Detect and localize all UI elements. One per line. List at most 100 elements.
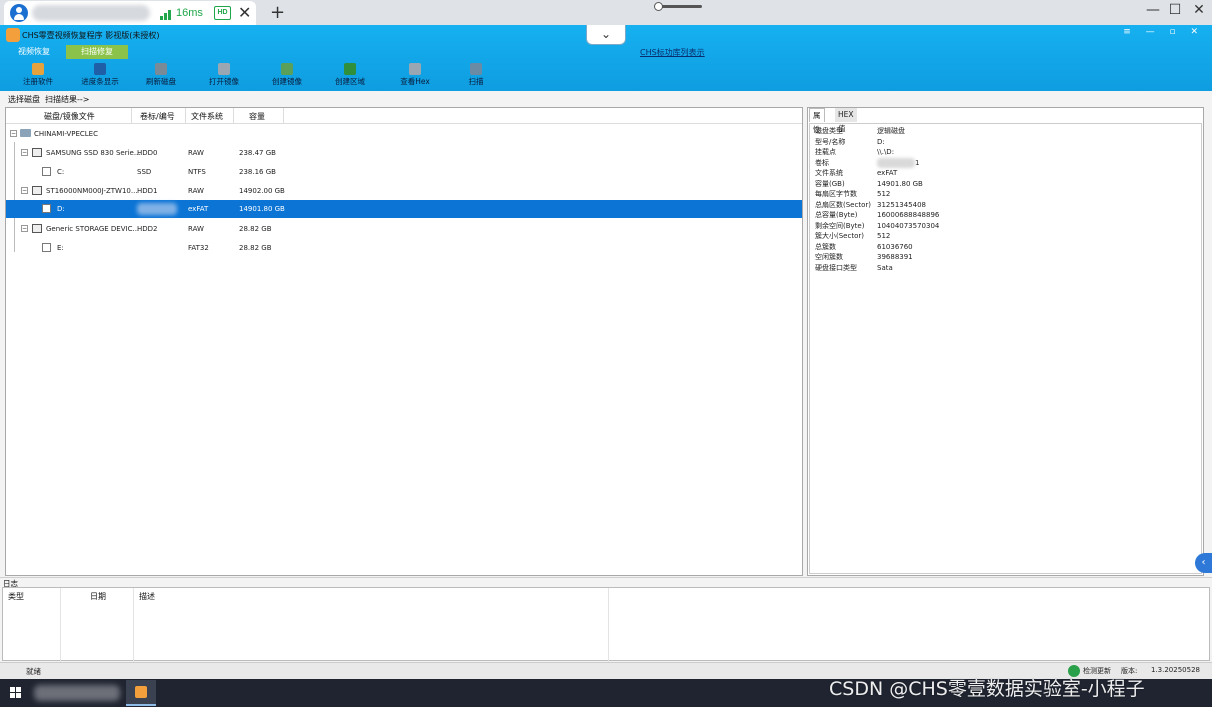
column-capacity[interactable]: 容量: [249, 111, 265, 122]
close-window-button[interactable]: ✕: [1190, 2, 1208, 18]
column-disk-image[interactable]: 磁盘/镜像文件: [44, 111, 95, 122]
register-software-label: 注册软件: [23, 77, 53, 86]
create-region-button[interactable]: 创建区域: [322, 61, 378, 87]
register-software-button[interactable]: 注册软件: [10, 61, 66, 87]
log-table: 类型 日期 描述: [2, 587, 1210, 662]
app-title: CHS零壹视频恢复程序 影视版(未授权): [22, 31, 160, 40]
scan-label: 扫描: [468, 77, 484, 86]
partition-fs: NTFS: [188, 168, 206, 176]
tab-hex-value[interactable]: HEX值: [835, 108, 857, 133]
partition-size: 238.16 GB: [239, 168, 276, 176]
partition-fs: FAT32: [188, 244, 209, 252]
tab-properties[interactable]: 属性: [809, 108, 825, 134]
progress-display-button[interactable]: 进度条显示: [72, 61, 128, 87]
collapse-toggle-icon[interactable]: −: [21, 187, 28, 194]
app-header: CHS零壹视频恢复程序 影视版(未授权) ≡ — ▫ ✕ ⌄ CHS标功库列表示…: [0, 25, 1212, 91]
progress-display-label: 进度条显示: [81, 77, 119, 86]
user-avatar-icon[interactable]: [10, 4, 28, 22]
table-row-selected[interactable]: D: exFAT 14901.80 GB: [6, 200, 802, 218]
tree-root-computer[interactable]: − CHINAMI-VPECLEC: [6, 125, 802, 143]
open-image-button[interactable]: 打开镜像: [196, 61, 252, 87]
session-name-redacted: [32, 5, 150, 21]
chevron-down-icon: ⌄: [600, 27, 612, 41]
latency-readout: 16ms: [176, 7, 203, 19]
table-row[interactable]: E: FAT32 28.82 GB: [6, 239, 802, 257]
hd-quality-badge[interactable]: HD: [214, 6, 231, 20]
mode-tab-scan-repair[interactable]: 扫描修复: [66, 45, 128, 59]
app-window: CHS零壹视频恢复程序 影视版(未授权) ≡ — ▫ ✕ ⌄ CHS标功库列表示…: [0, 25, 1212, 679]
windows-start-icon[interactable]: [10, 687, 22, 699]
refresh-disk-button[interactable]: 刷新磁盘: [133, 61, 189, 87]
create-image-button[interactable]: 创建镜像: [259, 61, 315, 87]
refresh-disk-label: 刷新磁盘: [146, 77, 176, 86]
view-hex-label: 查看Hex: [400, 77, 430, 86]
collapse-toggle-icon[interactable]: −: [21, 225, 28, 232]
scan-button[interactable]: 扫描: [448, 61, 504, 87]
disk-size: 238.47 GB: [239, 149, 276, 157]
disk-name: Generic STORAGE DEVIC...: [46, 225, 140, 233]
mode-tab-video-recovery[interactable]: 视频恢复: [4, 45, 64, 59]
disk-fs: RAW: [188, 187, 204, 195]
toolbar-slider[interactable]: [654, 2, 702, 11]
hex-view-icon: [409, 63, 421, 75]
collapse-toggle-icon[interactable]: −: [10, 130, 17, 137]
create-image-label: 创建镜像: [272, 77, 302, 86]
disk-size: 14902.00 GB: [239, 187, 285, 195]
key-icon: [32, 63, 44, 75]
open-image-icon: [218, 63, 230, 75]
remote-session-tab[interactable]: 16ms HD ✕: [4, 1, 256, 25]
partition-id-redacted: [137, 200, 177, 218]
view-hex-button[interactable]: 查看Hex: [387, 61, 443, 87]
column-volume-id[interactable]: 卷标/编号: [140, 111, 175, 122]
csdn-watermark: CSDN @CHS零壹数据实验室-小程子: [829, 678, 1145, 700]
disk-size: 28.82 GB: [239, 225, 272, 233]
volume-label-redacted: 1: [877, 157, 919, 168]
table-row[interactable]: − Generic STORAGE DEVIC... HDD2 RAW 28.8…: [6, 220, 802, 238]
collapse-toggle-icon[interactable]: −: [21, 149, 28, 156]
disk-id: HDD1: [137, 187, 158, 195]
side-panel-collapse-handle[interactable]: ‹: [1195, 553, 1212, 573]
partition-fs: exFAT: [188, 205, 209, 213]
monitor-icon: [94, 63, 106, 75]
partition-size: 14901.80 GB: [239, 205, 285, 213]
close-tab-icon[interactable]: ✕: [238, 3, 251, 22]
scan-icon: [470, 63, 482, 75]
app-window-controls[interactable]: ≡ — ▫ ✕: [1123, 27, 1204, 37]
partition-icon: [42, 243, 51, 252]
taskbar-redacted-area: [34, 685, 120, 701]
partition-size: 28.82 GB: [239, 244, 272, 252]
disk-fs: RAW: [188, 149, 204, 157]
table-row[interactable]: − ST16000NM000J-ZTW10... HDD1 RAW 14902.…: [6, 182, 802, 200]
log-column-date[interactable]: 日期: [90, 591, 106, 602]
disk-name: ST16000NM000J-ZTW10...: [46, 187, 138, 195]
log-column-description[interactable]: 描述: [139, 591, 155, 602]
new-tab-button[interactable]: +: [270, 2, 285, 23]
hard-disk-icon: [32, 186, 42, 195]
slider-knob-icon[interactable]: [654, 2, 663, 11]
breadcrumb-select-disk[interactable]: 选择磁盘: [8, 94, 40, 105]
breadcrumb-scan-result[interactable]: 扫描结果-->: [45, 94, 89, 105]
remote-client-bar: 16ms HD ✕ + — ☐ ✕: [0, 0, 1212, 25]
column-filesystem[interactable]: 文件系统: [191, 111, 223, 122]
main-toolbar: 注册软件 进度条显示 刷新磁盘 打开镜像 创建镜像 创建区域 查看Hex 扫描: [0, 61, 1212, 91]
hard-disk-icon: [32, 224, 42, 233]
computer-icon: [20, 129, 31, 137]
minimize-window-button[interactable]: —: [1144, 2, 1162, 18]
partition-name: D:: [57, 205, 65, 213]
feature-list-link[interactable]: CHS标功库列表示: [640, 47, 705, 58]
create-image-icon: [281, 63, 293, 75]
disk-id: HDD0: [137, 149, 158, 157]
collapse-toolbar-button[interactable]: ⌄: [586, 25, 626, 45]
disk-fs: RAW: [188, 225, 204, 233]
hard-disk-icon: [32, 148, 42, 157]
properties-list: 磁盘类型 逻辑磁盘 型号/名称 D: 挂载点 \\.\D: 卷标 1 文件系统 exFAT…: [809, 123, 1202, 574]
create-region-icon: [344, 63, 356, 75]
computer-name: CHINAMI-VPECLEC: [34, 130, 98, 138]
log-column-type[interactable]: 类型: [8, 591, 24, 602]
maximize-window-button[interactable]: ☐: [1166, 2, 1184, 18]
table-row[interactable]: C: SSD NTFS 238.16 GB: [6, 163, 802, 181]
partition-id: SSD: [137, 168, 152, 176]
table-row[interactable]: − SAMSUNG SSD 830 Serie... HDD0 RAW 238.…: [6, 144, 802, 162]
taskbar-app-icon[interactable]: [126, 680, 156, 706]
partition-icon: [42, 167, 51, 176]
